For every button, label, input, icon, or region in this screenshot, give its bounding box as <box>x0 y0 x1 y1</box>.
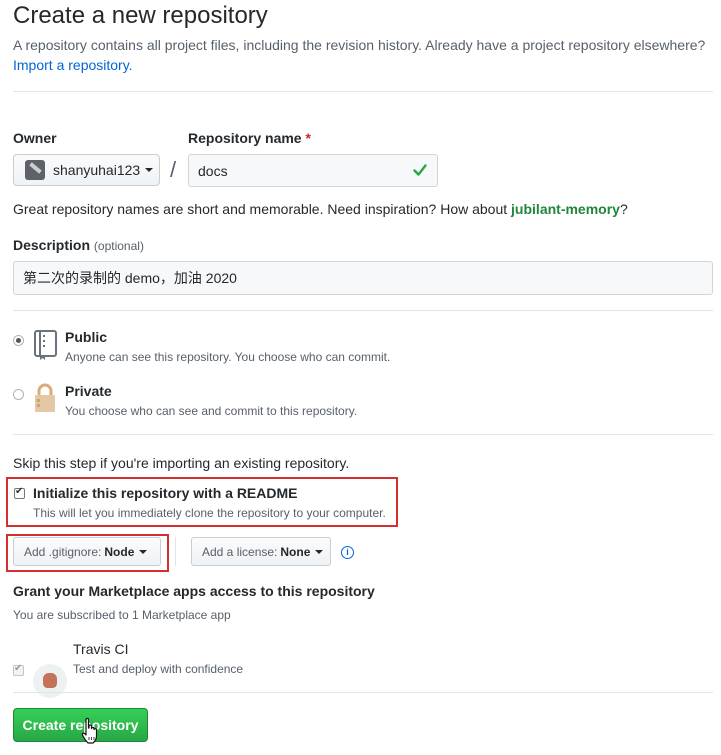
owner-dropdown[interactable]: shanyuhai123 <box>13 154 160 186</box>
readme-checkbox[interactable] <box>14 486 25 499</box>
repo-name-label-text: Repository name <box>188 130 302 146</box>
divider <box>13 310 713 311</box>
chevron-down-icon <box>139 549 148 554</box>
repo-name-label: Repository name * <box>188 130 311 146</box>
private-description: You choose who can see and commit to thi… <box>65 404 358 418</box>
description-value: 第二次的录制的 demo，加油 2020 <box>23 270 237 286</box>
marketplace-subscribed-text: You are subscribed to 1 Marketplace app <box>13 608 231 622</box>
private-title: Private <box>65 383 112 399</box>
name-help-sentence: Great repository names are short and mem… <box>13 201 508 217</box>
gitignore-dropdown[interactable]: Add .gitignore: Node <box>13 537 161 566</box>
optional-tag: (optional) <box>93 239 144 253</box>
info-icon[interactable]: i <box>341 546 354 559</box>
divider <box>13 434 713 435</box>
page-title: Create a new repository <box>13 2 268 29</box>
gitignore-value: Node <box>104 544 135 559</box>
check-icon <box>413 164 427 176</box>
owner-value: shanyuhai123 <box>53 162 141 178</box>
skip-step-text: Skip this step if you're importing an ex… <box>13 455 350 471</box>
travis-checkbox[interactable] <box>13 663 24 676</box>
name-suggestion[interactable]: jubilant-memory <box>511 201 620 217</box>
readme-label[interactable]: Initialize this repository with a README <box>33 485 297 501</box>
subtitle-text: A repository contains all project files,… <box>13 37 706 53</box>
travis-app-name: Travis CI <box>73 641 129 657</box>
required-mark: * <box>305 130 311 146</box>
chevron-down-icon <box>315 549 324 554</box>
travis-app-description: Test and deploy with confidence <box>73 662 244 676</box>
description-label: Description (optional) <box>13 237 144 253</box>
repo-name-input[interactable]: docs <box>188 154 438 187</box>
public-description: Anyone can see this repository. You choo… <box>65 350 391 364</box>
description-label-text: Description <box>13 237 91 253</box>
divider <box>13 692 713 693</box>
import-repository-link[interactable]: Import a repository. <box>13 57 133 73</box>
repo-name-value: docs <box>198 162 228 179</box>
gitignore-prefix: Add .gitignore: <box>24 544 102 559</box>
divider <box>13 91 713 92</box>
marketplace-heading: Grant your Marketplace apps access to th… <box>13 583 375 599</box>
hand-pointer-cursor-icon <box>81 717 98 744</box>
license-dropdown[interactable]: Add a license: None <box>191 537 331 566</box>
public-title: Public <box>65 329 108 345</box>
public-radio[interactable] <box>13 335 24 346</box>
page-subtitle: A repository contains all project files,… <box>13 35 713 75</box>
description-input[interactable]: 第二次的录制的 demo，加油 2020 <box>13 261 713 295</box>
owner-label: Owner <box>13 130 57 146</box>
private-radio[interactable] <box>13 389 24 400</box>
license-prefix: Add a license: <box>202 544 278 559</box>
repo-book-icon <box>34 330 57 360</box>
license-value: None <box>280 544 311 559</box>
chevron-down-icon <box>145 168 154 172</box>
name-help-text: Great repository names are short and mem… <box>13 201 628 217</box>
lock-icon <box>35 383 55 412</box>
name-help-end: ? <box>619 201 628 217</box>
owner-repo-separator: / <box>170 157 177 182</box>
readme-description: This will let you immediately clone the … <box>33 506 386 520</box>
vertical-divider <box>175 537 176 566</box>
owner-avatar <box>25 160 45 180</box>
